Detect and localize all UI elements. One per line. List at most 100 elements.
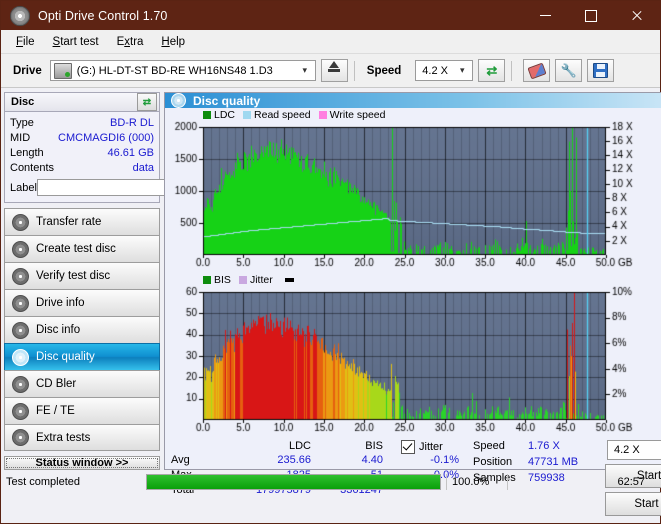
drive-select-value: (G:) HL-DT-ST BD-RE WH16NS48 1.D3 [76,64,273,77]
close-button[interactable] [614,1,660,30]
save-icon [593,63,609,78]
toolbar: Drive (G:) HL-DT-ST BD-RE WH16NS48 1.D3 … [1,54,660,88]
sidebar-item-label: FE / TE [36,405,75,417]
disc-quality-icon [171,93,186,108]
toolbar-divider-2 [511,60,513,81]
toolbar-divider-1 [353,60,355,81]
save-button[interactable] [587,59,615,82]
status-message: Test completed [6,476,80,488]
sidebar-item-label: Verify test disc [36,270,111,282]
start-part-button[interactable]: Start part [605,492,661,516]
sidebar-item-label: Drive info [36,297,85,309]
sidebar-item-fe-te[interactable]: FE / TE [4,397,160,424]
speed-label: Speed [366,64,402,77]
disc-value: BD-R DL [109,116,154,129]
disc-value: CMCMAGDI6 (000) [58,131,154,144]
legend-swatch-jitter [238,275,247,284]
disc-icon [12,240,29,258]
main-area: Disc ⇄ Type BD-R DL MID CMCMAGDI6 (000) … [1,88,661,516]
disc-key: Length [10,146,44,159]
disc-icon [12,321,29,339]
sidebar-nav: Transfer rate Create test disc Verify te… [4,208,160,451]
jitter-value-1: -0.1% [430,454,459,466]
bis-chart-legend: BIS Jitter [165,273,661,286]
speed-info-label: Speed [473,440,505,452]
chevron-down-icon: ▾ [460,65,465,75]
tools-button[interactable]: 🔧 [555,59,583,82]
bis-plot [165,286,661,436]
sidebar-item-drive-info[interactable]: Drive info [4,289,160,316]
status-window-button[interactable]: Status window >> [4,456,160,470]
stats-bis-value: 4.40 [361,454,383,466]
refresh-button[interactable]: ⇄ [478,59,506,82]
eject-button[interactable] [320,59,348,82]
disc-value: data [132,161,154,174]
minimize-button[interactable] [522,1,568,30]
sidebar-item-label: Create test disc [36,243,116,255]
sidebar-item-label: Disc quality [36,351,95,363]
content-panel: Disc quality LDC Read speed Write speed … [164,92,661,516]
sidebar-item-disc-quality[interactable]: Disc quality [4,343,160,370]
panel-title: Disc quality [193,93,261,108]
disc-row-mid: MID CMCMAGDI6 (000) [10,130,154,145]
progress-fill [147,475,440,489]
chevron-down-icon: ▾ [302,65,308,75]
sidebar-item-label: Transfer rate [36,216,102,228]
progress-bar [146,474,441,490]
erase-button[interactable] [523,59,551,82]
maximize-icon [585,9,597,22]
legend-label-ldc: LDC [214,108,236,121]
speed-select[interactable]: 4.2 X ▾ [415,60,474,81]
bis-chart-container: BIS Jitter [165,273,661,436]
test-speed-select[interactable]: 4.2 X ▾ [607,440,661,460]
disc-panel-title: Disc [11,96,35,108]
jitter-label: Jitter [419,441,443,453]
legend-label-bis: BIS [214,273,231,286]
drive-label: Drive [13,64,42,77]
disc-row-contents: Contents data [10,160,154,175]
eraser-icon [527,62,547,79]
refresh-icon: ⇄ [486,63,498,78]
menu-start-test[interactable]: Start test [44,33,108,51]
legend-label-jitter: Jitter [249,273,273,286]
menu-help[interactable]: Help [152,33,194,51]
maximize-button[interactable] [568,1,614,30]
window-controls [522,1,660,30]
ldc-canvas [165,121,654,271]
jitter-checkbox[interactable] [401,440,415,454]
app-window: Opti Drive Control 1.70 File Start test … [0,0,661,524]
disc-key: MID [10,131,31,144]
position-label: Position [473,456,513,468]
disc-refresh-button[interactable]: ⇄ [137,93,157,111]
disc-row-type: Type BD-R DL [10,115,154,130]
disc-row-length: Length 46.61 GB [10,145,154,160]
app-disc-icon [10,5,30,26]
sidebar-item-cd-bler[interactable]: CD Bler [4,370,160,397]
menu-extra[interactable]: Extra [108,33,153,51]
sidebar-item-label: CD Bler [36,378,77,390]
wrench-icon: 🔧 [560,62,577,78]
sidebar-item-label: Extra tests [36,431,91,444]
stats-col-ldc: LDC [288,440,311,452]
disc-icon [12,375,29,393]
stats-ldc-value: 235.66 [277,454,311,466]
disc-panel-body: Type BD-R DL MID CMCMAGDI6 (000) Length … [4,112,240,203]
sidebar-item-extra-tests[interactable]: Extra tests [4,424,160,451]
legend-swatch-write-speed [318,110,327,119]
sidebar-item-disc-info[interactable]: Disc info [4,316,160,343]
disc-icon [12,402,29,420]
title-bar: Opti Drive Control 1.70 [1,1,660,30]
speed-info-value: 1.76 X [528,440,560,452]
drive-select[interactable]: (G:) HL-DT-ST BD-RE WH16NS48 1.D3 ▾ [49,60,316,81]
close-icon [631,10,643,22]
status-divider-2 [507,474,508,490]
bis-canvas [165,286,654,436]
sidebar-item-transfer-rate[interactable]: Transfer rate [4,208,160,235]
sidebar-item-create-test-disc[interactable]: Create test disc [4,235,160,262]
legend-swatch-ldc [203,110,211,119]
sidebar-item-verify-test-disc[interactable]: Verify test disc [4,262,160,289]
stats-row-avg: Avg 235.66 4.40 [171,454,401,469]
menu-bar: File Start test Extra Help [1,30,660,54]
eject-icon [328,61,341,72]
menu-file[interactable]: File [7,33,44,51]
